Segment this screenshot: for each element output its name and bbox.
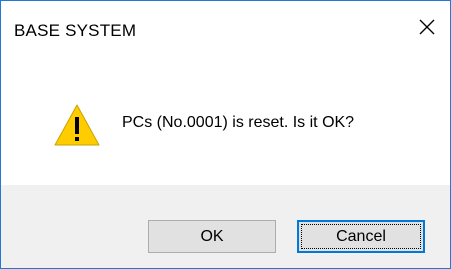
message-text: PCs (No.0001) is reset. Is it OK? bbox=[122, 114, 355, 131]
dialog-content: PCs (No.0001) is reset. Is it OK? bbox=[1, 65, 450, 185]
window-title: BASE SYSTEM bbox=[14, 21, 137, 40]
message-dialog: BASE SYSTEM PCs (No.0001) is reset. Is i… bbox=[0, 0, 451, 269]
button-bar: OK Cancel bbox=[1, 185, 450, 268]
cancel-button-label: Cancel bbox=[336, 227, 386, 245]
close-icon bbox=[419, 19, 435, 35]
ok-button[interactable]: OK bbox=[148, 220, 276, 253]
close-button[interactable] bbox=[404, 7, 450, 47]
cancel-button[interactable]: Cancel bbox=[297, 220, 425, 253]
title-bar[interactable]: BASE SYSTEM bbox=[1, 1, 450, 65]
ok-button-label: OK bbox=[200, 227, 224, 245]
warning-icon bbox=[53, 103, 101, 147]
